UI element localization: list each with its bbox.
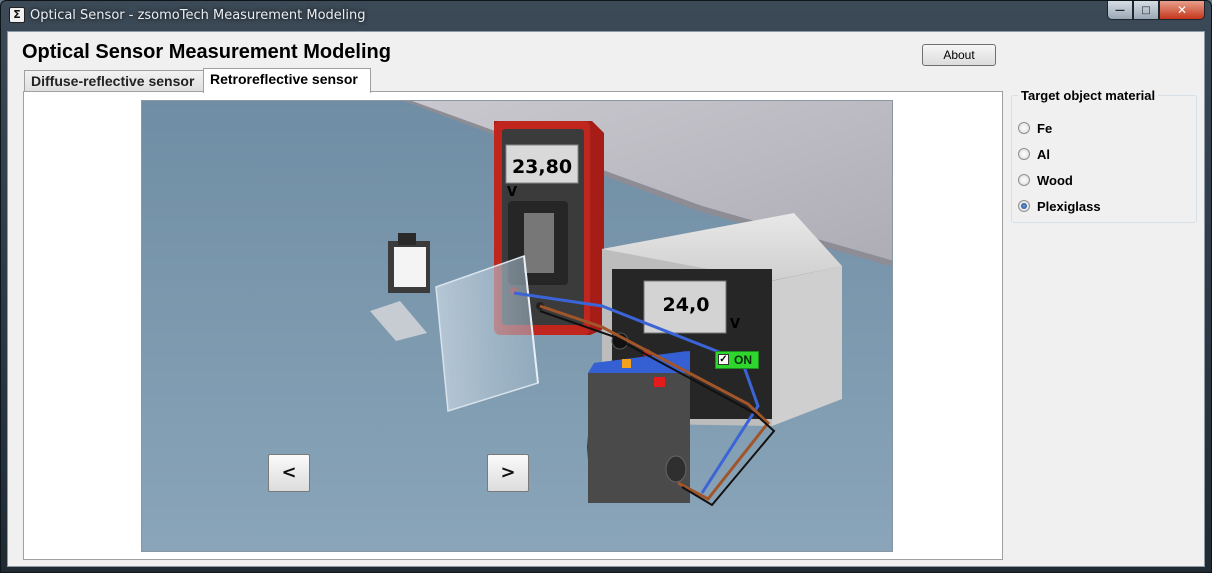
power-on-label: ON [734, 353, 752, 367]
power-supply-unit: V [730, 317, 741, 332]
material-group-title: Target object material [1018, 88, 1159, 103]
page-title: Optical Sensor Measurement Modeling [22, 41, 391, 63]
tab-diffuse-reflective[interactable]: Diffuse-reflective sensor [24, 70, 204, 92]
window-controls: — □ ✕ [1107, 1, 1205, 21]
material-groupbox: Target object material Fe Al Wood Plexig… [1011, 88, 1197, 223]
radio-fe[interactable]: Fe [1018, 118, 1052, 138]
maximize-button[interactable]: □ [1133, 1, 1159, 20]
title-bar[interactable]: Σ Optical Sensor - zsomoTech Measurement… [1, 1, 1211, 31]
radio-label: Fe [1037, 120, 1053, 136]
radio-label: Al [1037, 146, 1050, 162]
minimize-button[interactable]: — [1107, 1, 1133, 20]
check-icon: ✓ [718, 354, 729, 365]
app-window: Σ Optical Sensor - zsomoTech Measurement… [0, 0, 1212, 573]
next-button[interactable]: > [487, 454, 529, 492]
sensor-box [587, 351, 690, 503]
radio-label: Plexiglass [1037, 198, 1101, 214]
power-on-checkbox[interactable]: ✓ ON [715, 351, 759, 369]
radio-plexiglass[interactable]: Plexiglass [1018, 196, 1101, 216]
radio-button-icon [1018, 174, 1030, 186]
radio-label: Wood [1037, 172, 1073, 188]
client-area: Optical Sensor Measurement Modeling Abou… [7, 31, 1205, 567]
app-icon[interactable]: Σ [9, 7, 25, 23]
multimeter-reading: 23,80 [511, 156, 573, 178]
tab-retroreflective[interactable]: Retroreflective sensor [203, 68, 371, 93]
radio-al[interactable]: Al [1018, 144, 1050, 164]
about-button[interactable]: About [922, 44, 996, 66]
radio-button-icon [1018, 122, 1030, 134]
window-title: Optical Sensor - zsomoTech Measurement M… [30, 8, 366, 23]
radio-button-checked-icon [1018, 200, 1030, 212]
close-button[interactable]: ✕ [1159, 1, 1205, 20]
previous-button[interactable]: < [268, 454, 310, 492]
simulation-scene: 23,80 V 24,0 V ✓ ON < > [141, 100, 893, 552]
multimeter-unit: V [507, 185, 518, 200]
power-supply-reading: 24,0 [662, 294, 710, 316]
radio-button-icon [1018, 148, 1030, 160]
tab-panel: 23,80 V 24,0 V ✓ ON < > [23, 91, 1003, 560]
radio-wood[interactable]: Wood [1018, 170, 1073, 190]
